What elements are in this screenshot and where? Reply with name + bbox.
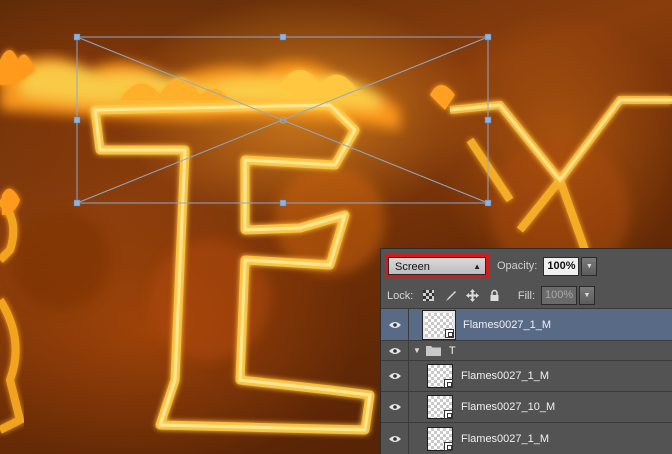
layer-thumbnail (427, 395, 453, 419)
layers-panel: Screen ▲︎ Opacity: 100% ▼ Lock: Fill: 10… (380, 248, 672, 454)
smart-object-icon (445, 328, 454, 338)
smart-object-icon (444, 410, 453, 419)
blend-mode-highlight: Screen ▲︎ (385, 254, 489, 278)
opacity-input[interactable]: 100% (543, 256, 580, 276)
transform-handle (484, 116, 492, 124)
blend-mode-dropdown[interactable]: Screen ▲︎ (388, 257, 486, 275)
layer-name: Flames0027_10_M (461, 401, 556, 413)
layer-name: Flames0027_1_M (463, 318, 552, 331)
transform-handle (484, 199, 492, 207)
layer-row[interactable]: Flames0027_1_M (381, 361, 672, 392)
eye-icon[interactable] (381, 423, 409, 454)
transform-handle (73, 199, 81, 207)
layer-thumbnail (427, 364, 453, 388)
layer-row[interactable]: Flames0027_1_M (381, 309, 672, 341)
transform-handle (279, 199, 287, 207)
layer-row[interactable]: Flames0027_10_M (381, 392, 672, 423)
layer-row[interactable]: Flames0027_1_M (381, 423, 672, 454)
opacity-label: Opacity: (497, 260, 538, 272)
eye-icon[interactable] (381, 361, 409, 391)
smart-object-icon (444, 442, 453, 451)
transform-bounding-box (76, 36, 489, 204)
layer-thumbnail (427, 427, 453, 451)
fill-input[interactable]: 100% (541, 286, 577, 305)
folder-icon (425, 346, 441, 356)
chevron-updown-icon: ▲︎ (473, 262, 481, 271)
layer-name: T (448, 344, 456, 357)
lock-row: Lock: Fill: 100% ▼ (381, 283, 672, 309)
lock-paint-icon[interactable] (444, 289, 457, 302)
eye-icon[interactable] (381, 341, 409, 360)
layer-group-row[interactable]: ▼ T (381, 341, 672, 361)
eye-icon[interactable] (381, 392, 409, 422)
lock-transparent-icon[interactable] (422, 289, 435, 302)
transform-handle (73, 116, 81, 124)
layer-name: Flames0027_1_M (461, 433, 550, 445)
eye-icon[interactable] (381, 309, 409, 340)
blend-row: Screen ▲︎ Opacity: 100% ▼ (381, 249, 672, 283)
transform-handle (279, 33, 287, 41)
lock-move-icon[interactable] (466, 289, 480, 302)
chevron-down-icon[interactable]: ▼ (579, 286, 595, 305)
disclosure-triangle-icon[interactable]: ▼ (413, 346, 421, 355)
lock-all-icon[interactable] (488, 289, 501, 302)
chevron-down-icon[interactable]: ▼ (581, 256, 598, 276)
layer-name: Flames0027_1_M (461, 370, 550, 382)
layer-thumbnail (422, 309, 456, 340)
fill-label: Fill: (517, 289, 535, 302)
blend-mode-value: Screen (395, 261, 430, 273)
transform-handle (484, 33, 492, 41)
lock-label: Lock: (387, 289, 414, 302)
transform-handle (73, 33, 81, 41)
smart-object-icon (444, 379, 453, 388)
